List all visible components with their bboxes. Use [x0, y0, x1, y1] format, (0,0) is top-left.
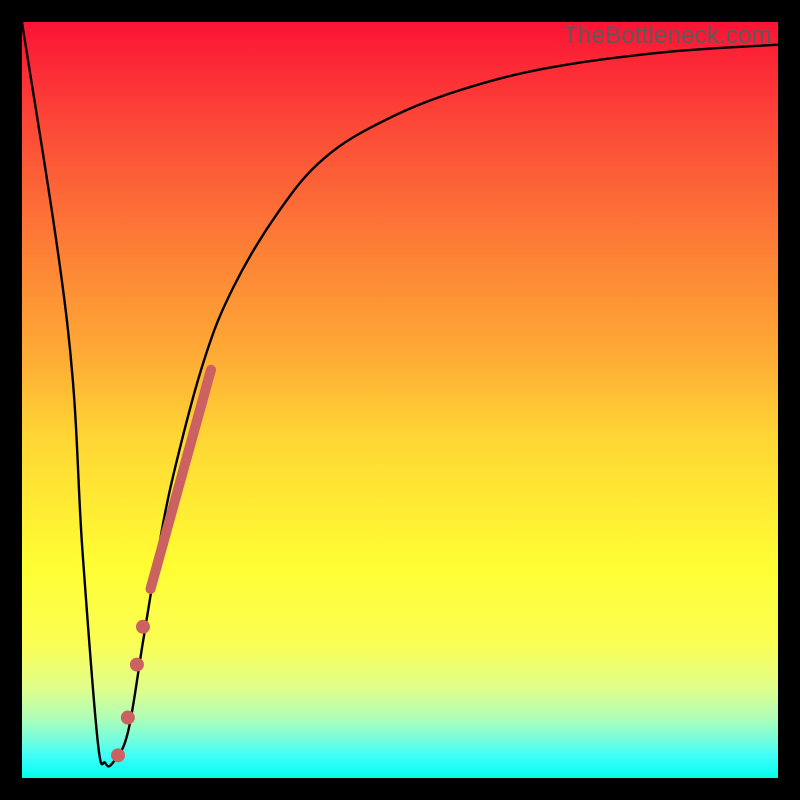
- marker-dot-1: [136, 620, 150, 634]
- marker-dot-3: [121, 711, 135, 725]
- bottleneck-curve: [22, 22, 778, 766]
- chart-frame: TheBottleneck.com: [0, 0, 800, 800]
- plot-area: TheBottleneck.com: [22, 22, 778, 778]
- marker-thick-segment: [151, 370, 211, 589]
- chart-svg: [22, 22, 778, 778]
- marker-dot-4: [111, 748, 125, 762]
- marker-dot-2: [130, 658, 144, 672]
